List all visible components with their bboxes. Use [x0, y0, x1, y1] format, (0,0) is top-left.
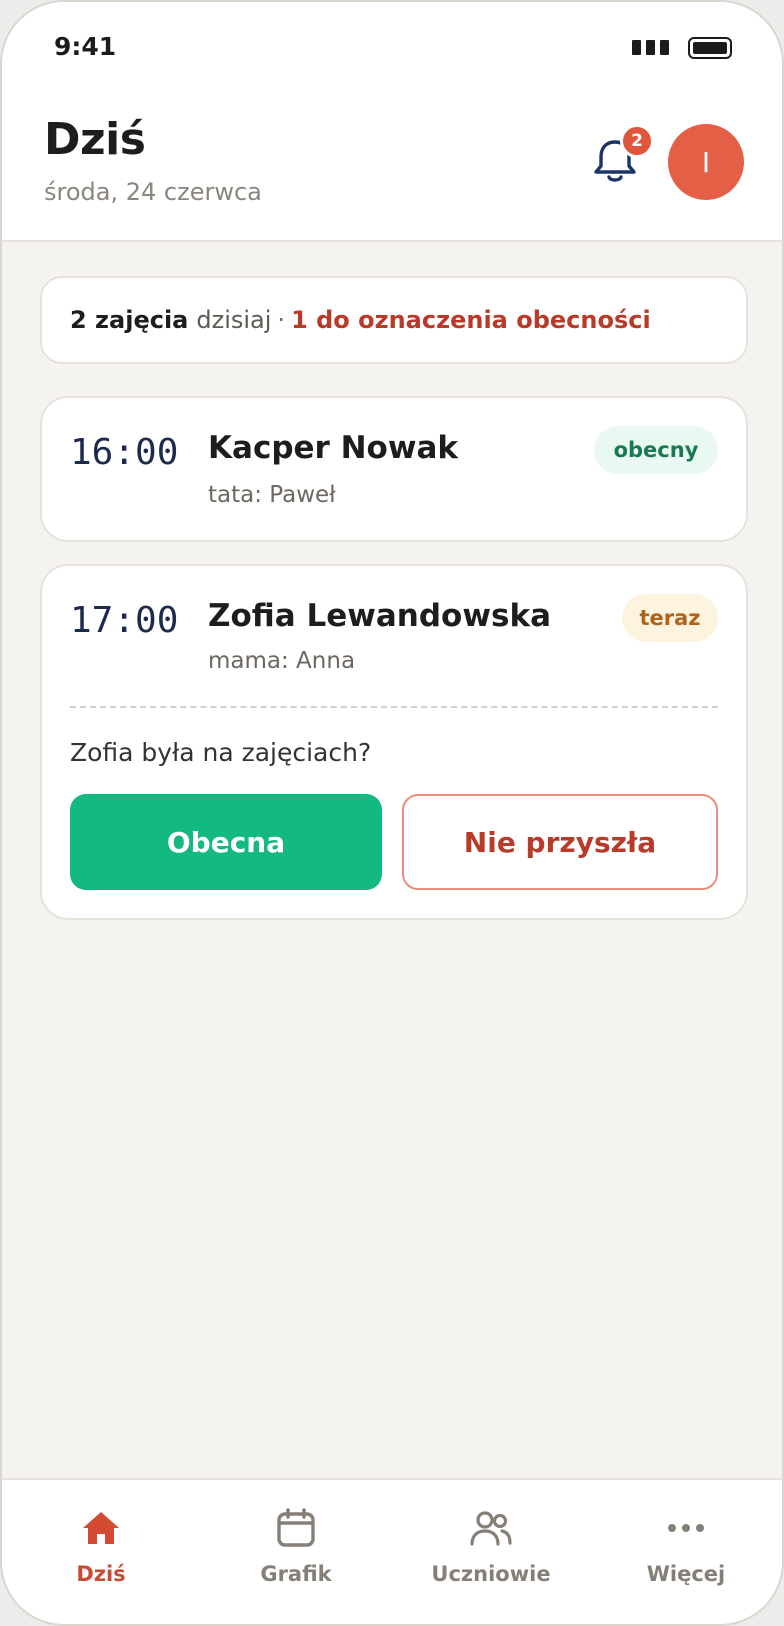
status-time: 9:41 — [54, 32, 117, 61]
page-date: środa, 24 czerwca — [44, 178, 262, 206]
nav-item-today[interactable]: Dziś — [21, 1504, 181, 1586]
more-icon — [662, 1504, 710, 1552]
mark-absent-button[interactable]: Nie przyszła — [402, 794, 718, 890]
users-icon — [467, 1504, 515, 1552]
signal-icon — [632, 40, 669, 55]
parent-name: mama: Anna — [208, 648, 356, 674]
student-name: Kacper Nowak — [208, 430, 459, 466]
notification-badge: 2 — [620, 124, 654, 158]
status-badge: obecny — [594, 426, 718, 474]
parent-name: tata: Paweł — [208, 482, 336, 508]
divider — [70, 706, 718, 708]
lesson-card[interactable]: 16:00 Kacper Nowak tata: Paweł obecny — [40, 396, 748, 542]
summary-separator: · — [277, 306, 286, 334]
summary-count: 2 zajęcia — [70, 306, 189, 334]
bottom-nav: Dziś Grafik Uczniowie Więcej — [2, 1478, 782, 1624]
page-title: Dziś — [44, 114, 146, 165]
attendance-question: Zofia była na zajęciach? — [70, 738, 372, 767]
avatar[interactable]: I — [668, 124, 744, 200]
nav-item-schedule[interactable]: Grafik — [216, 1504, 376, 1586]
mark-present-button[interactable]: Obecna — [70, 794, 382, 890]
summary-pending[interactable]: 1 do oznaczenia obecności — [291, 306, 651, 334]
lesson-card: 17:00 Zofia Lewandowska mama: Anna teraz… — [40, 564, 748, 920]
student-name: Zofia Lewandowska — [208, 598, 551, 634]
calendar-icon — [272, 1504, 320, 1552]
nav-item-students[interactable]: Uczniowie — [411, 1504, 571, 1586]
status-badge: teraz — [622, 594, 718, 642]
nav-label: Więcej — [646, 1562, 726, 1586]
nav-item-more[interactable]: Więcej — [606, 1504, 766, 1586]
battery-icon — [688, 37, 732, 59]
nav-label: Uczniowie — [431, 1562, 551, 1586]
nav-label: Grafik — [260, 1562, 332, 1586]
nav-label: Dziś — [76, 1562, 126, 1586]
lesson-time: 16:00 — [70, 432, 179, 473]
summary-card: 2 zajęcia dzisiaj · 1 do oznaczenia obec… — [40, 276, 748, 364]
summary-today: dzisiaj — [196, 306, 272, 334]
home-icon — [77, 1504, 125, 1552]
phone-screen: 9:41 Dziś środa, 24 czerwca 2 I 2 zajęci… — [0, 0, 784, 1626]
lesson-time: 17:00 — [70, 600, 179, 641]
top-bar: 9:41 Dziś środa, 24 czerwca 2 I — [2, 2, 782, 242]
